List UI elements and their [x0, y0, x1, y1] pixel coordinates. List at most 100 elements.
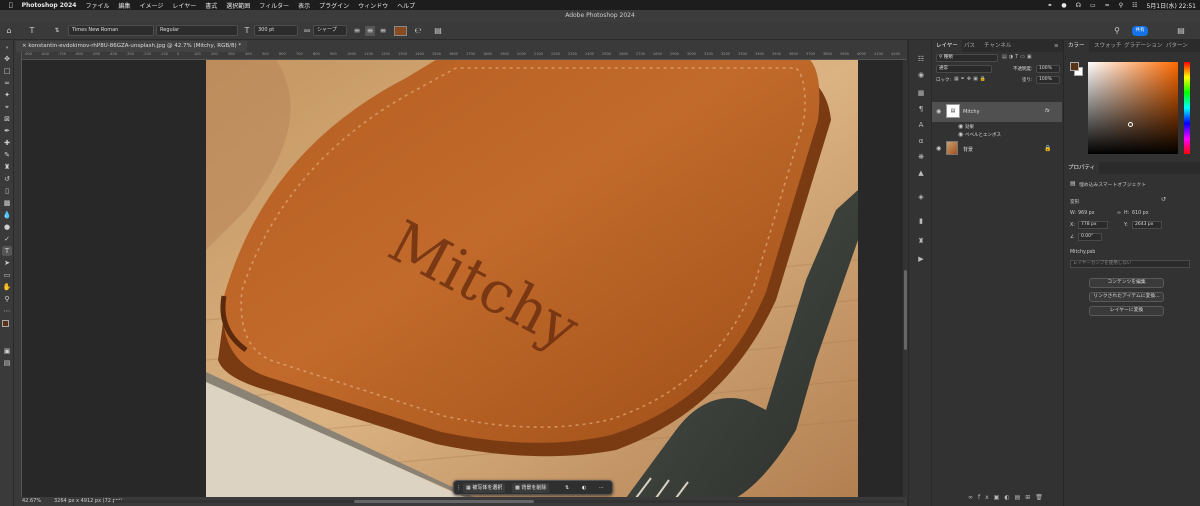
filter-icons[interactable]: ▤◑T▭▣ — [1002, 54, 1034, 60]
convert-to-layers-button[interactable]: レイヤーに変換 — [1089, 306, 1164, 316]
menu-image[interactable]: イメージ — [139, 1, 163, 10]
menu-window[interactable]: ウィンドウ — [358, 1, 388, 10]
foreground-color[interactable] — [2, 320, 9, 327]
layer-row-background[interactable]: ◉ 背景 🔒 — [932, 140, 1062, 157]
crop-tool-icon[interactable]: ⌖ — [2, 102, 12, 112]
wifi-icon[interactable]: ≈ — [1105, 2, 1110, 9]
align-left-icon[interactable]: ≡ — [352, 26, 362, 36]
actions-icon[interactable]: ▶ — [915, 254, 927, 264]
clock-text[interactable]: 5月1日(水) 22:51 — [1146, 1, 1196, 10]
w-value[interactable]: 969 px — [1078, 211, 1095, 216]
tab-properties[interactable]: プロパティ — [1064, 162, 1100, 174]
apple-icon[interactable]:  — [9, 2, 13, 9]
link-wh-icon[interactable]: ∞ — [1117, 211, 1121, 216]
delete-layer-icon[interactable]: 🗑 — [1035, 494, 1048, 501]
zoom-level[interactable]: 42.67% — [22, 497, 41, 506]
fx-badge[interactable]: fx — [1045, 108, 1050, 114]
panel-menu-icon[interactable]: ≡ — [1054, 40, 1059, 52]
quick-select-tool-icon[interactable]: ✦ — [2, 90, 12, 100]
tab-color[interactable]: カラー — [1064, 40, 1089, 52]
horizontal-scrollbar[interactable] — [114, 500, 904, 503]
swatches-icon[interactable]: ▮ — [915, 216, 927, 226]
y-field[interactable]: 2643 px — [1132, 221, 1162, 229]
antialias-select[interactable]: シャープ — [313, 25, 347, 36]
eraser-tool-icon[interactable]: ▯ — [2, 186, 12, 196]
foreground-swatch[interactable] — [1070, 62, 1079, 71]
more-options-icon[interactable]: ⋯ — [596, 483, 607, 493]
fill-field[interactable]: 100% — [1036, 76, 1060, 84]
transform-icon[interactable]: ⇅ — [562, 483, 572, 493]
menu-view[interactable]: 表示 — [298, 1, 310, 10]
adjustment-layer-icon[interactable]: ◐ — [1004, 494, 1014, 501]
clone-stamp-tool-icon[interactable]: ♜ — [2, 162, 12, 172]
libraries-icon[interactable]: ▦ — [915, 88, 927, 98]
drag-handle-icon[interactable]: ⋮ — [456, 483, 462, 493]
rectangle-tool-icon[interactable]: ▭ — [2, 270, 12, 280]
text-color-swatch[interactable] — [394, 26, 407, 36]
link-layers-icon[interactable]: ∞ — [968, 494, 978, 501]
visibility-eye-icon[interactable]: ◉ — [936, 145, 941, 152]
move-tool-icon[interactable]: ✥ — [2, 54, 12, 64]
color-picker-cursor[interactable] — [1128, 122, 1133, 127]
history-icon[interactable]: ☷ — [915, 54, 927, 64]
history-brush-tool-icon[interactable]: ↺ — [2, 174, 12, 184]
tab-layers[interactable]: レイヤー — [932, 40, 962, 52]
dodge-tool-icon[interactable]: ● — [2, 222, 12, 232]
bevel-visibility-icon[interactable]: ◉ — [958, 131, 963, 138]
styles-icon[interactable]: ◈ — [915, 192, 927, 202]
color-field[interactable] — [1088, 62, 1178, 154]
lock-icons[interactable]: ▦✒✥▣🔒 — [954, 76, 988, 82]
lasso-tool-icon[interactable]: ∞ — [2, 78, 12, 88]
canvas-area[interactable]: Mitchy — [22, 60, 907, 498]
filter-kind-select[interactable]: ⚲ 種類 — [936, 54, 998, 62]
scroll-thumb[interactable] — [904, 270, 907, 350]
menu-filter[interactable]: フィルター — [259, 1, 289, 10]
screen-mode-icon[interactable]: ▤ — [2, 358, 12, 368]
workspace-icon[interactable]: ▤ — [1176, 26, 1186, 36]
headphones-icon[interactable]: ☊ — [1076, 2, 1081, 9]
bevel-emboss-row[interactable]: ◉ ベベルとエンボス — [932, 130, 1062, 140]
h-value[interactable]: 610 px — [1132, 211, 1149, 216]
menu-help[interactable]: ヘルプ — [397, 1, 415, 10]
type-tool-icon[interactable]: T — [2, 246, 12, 256]
search-icon[interactable]: ⚲ — [1119, 2, 1123, 9]
navigator-icon[interactable]: ▲ — [915, 168, 927, 178]
x-field[interactable]: 778 px — [1078, 221, 1108, 229]
document-tab[interactable]: × konstantin-evdokimov-rhP8U-86GZA-unspl… — [16, 41, 248, 52]
clone-source-icon[interactable]: ♜ — [915, 236, 927, 246]
fx-icon[interactable]: fx — [978, 494, 994, 501]
gradient-tool-icon[interactable]: ▩ — [2, 198, 12, 208]
hand-tool-icon[interactable]: ✋ — [2, 282, 12, 292]
menu-file[interactable]: ファイル — [85, 1, 109, 10]
layer-name-background[interactable]: 背景 — [963, 146, 973, 153]
menu-select[interactable]: 選択範囲 — [226, 1, 250, 10]
convert-to-linked-button[interactable]: リンクされたアイテムに変換... — [1089, 292, 1164, 302]
align-center-icon[interactable]: ≡ — [365, 26, 375, 36]
record-icon[interactable]: ● — [1061, 2, 1066, 9]
tab-patterns[interactable]: パターン — [1166, 40, 1188, 52]
glyphs-icon[interactable]: α — [915, 136, 927, 146]
menu-layer[interactable]: レイヤー — [172, 1, 196, 10]
hue-slider[interactable] — [1184, 62, 1190, 154]
brush-settings-icon[interactable]: ❋ — [915, 152, 927, 162]
tab-paths[interactable]: パス — [964, 40, 975, 52]
tab-gradients[interactable]: グラデーション — [1124, 40, 1162, 52]
font-style-select[interactable]: Regular — [156, 25, 238, 36]
menu-plugins[interactable]: プラグイン — [319, 1, 349, 10]
group-icon[interactable]: ▤ — [1015, 494, 1026, 501]
healing-brush-tool-icon[interactable]: ✚ — [2, 138, 12, 148]
character-panel-icon[interactable]: ▤ — [433, 26, 443, 36]
opacity-field[interactable]: 100% — [1036, 65, 1060, 73]
blend-mode-select[interactable]: 通常 — [936, 65, 992, 73]
creative-cloud-icon[interactable]: ⚭ — [1047, 2, 1052, 9]
blur-tool-icon[interactable]: 💧 — [2, 210, 12, 220]
menu-type[interactable]: 書式 — [205, 1, 217, 10]
scroll-thumb[interactable] — [354, 500, 534, 503]
pen-tool-icon[interactable]: ✓ — [2, 234, 12, 244]
layer-name-mitchy[interactable]: Mitchy — [963, 109, 980, 115]
menu-edit[interactable]: 編集 — [118, 1, 130, 10]
edit-contents-button[interactable]: コンテンツを編集 — [1089, 278, 1164, 288]
brush-tool-icon[interactable]: ✎ — [2, 150, 12, 160]
collapse-icon[interactable]: » — [2, 43, 12, 53]
color-swatches-icon[interactable] — [2, 320, 12, 331]
